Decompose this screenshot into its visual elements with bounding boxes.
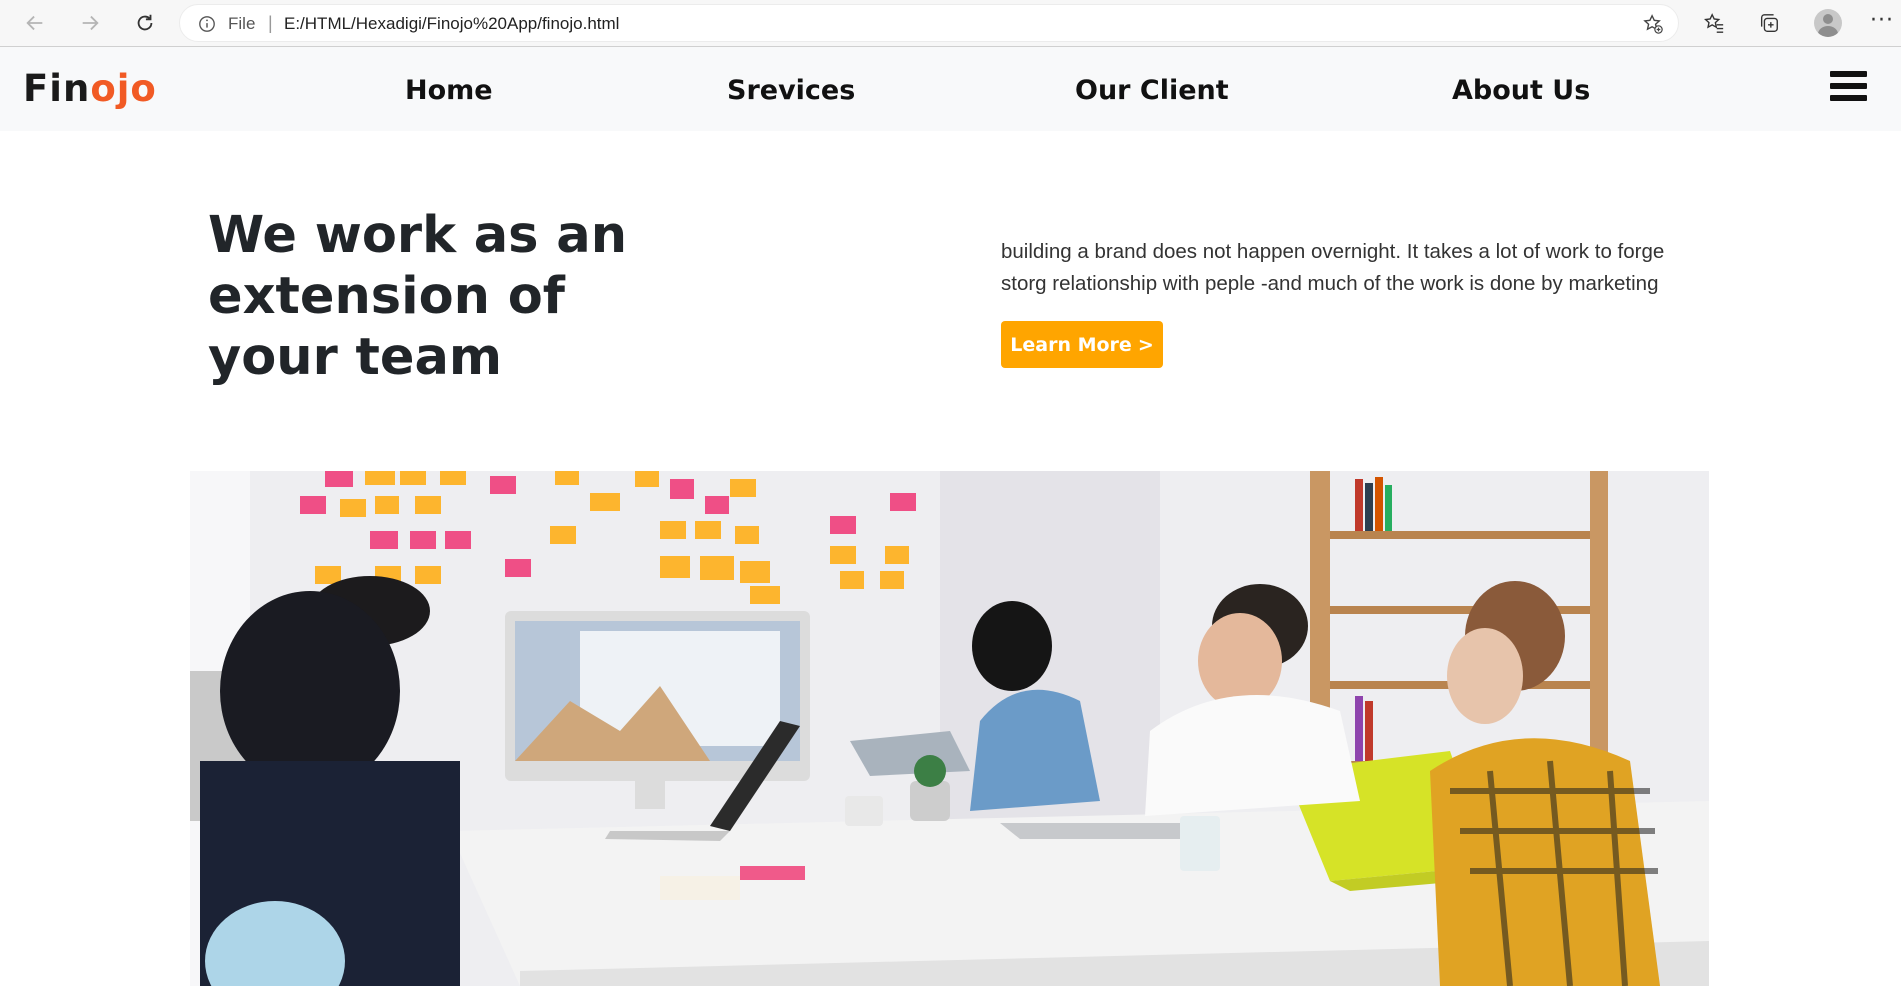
nav-our-client[interactable]: Our Client <box>1075 75 1229 106</box>
paragraph-line: storg relationship with peple -and much … <box>1001 272 1659 295</box>
hamburger-icon[interactable] <box>1830 71 1867 105</box>
collections-icon[interactable] <box>1754 8 1784 38</box>
learn-more-button[interactable]: Learn More > <box>1001 321 1163 368</box>
reload-icon[interactable] <box>127 6 163 40</box>
back-icon[interactable] <box>17 6 53 40</box>
profile-icon[interactable] <box>1814 9 1842 37</box>
hero-paragraph: building a brand does not happen overnig… <box>1001 236 1721 300</box>
logo-part1: Fin <box>23 67 91 110</box>
file-label: File <box>228 14 256 33</box>
forward-icon[interactable] <box>72 6 108 40</box>
favorites-icon[interactable] <box>1699 8 1729 38</box>
nav-home[interactable]: Home <box>405 75 493 106</box>
address-bar[interactable]: File | E:/HTML/Hexadigi/Finojo%20App/fin… <box>179 4 1679 42</box>
add-favorite-icon[interactable] <box>1642 13 1664 35</box>
info-icon[interactable] <box>198 15 216 33</box>
hero-headline: We work as an extension of your team <box>208 205 627 388</box>
site-navbar: Finojo Home Srevices Our Client About Us <box>0 47 1901 131</box>
browser-toolbar: File | E:/HTML/Hexadigi/Finojo%20App/fin… <box>0 0 1901 47</box>
more-icon[interactable]: ··· <box>1870 8 1894 33</box>
learn-more-label: Learn More <box>1010 333 1132 356</box>
logo-part2: ojo <box>90 67 157 110</box>
nav-about-us[interactable]: About Us <box>1452 75 1590 106</box>
chevron-right-icon: > <box>1137 333 1154 356</box>
headline-line: We work as an <box>208 206 628 265</box>
separator: | <box>268 13 273 33</box>
url-text[interactable]: E:/HTML/Hexadigi/Finojo%20App/finojo.htm… <box>284 14 619 34</box>
headline-line: your team <box>208 328 503 387</box>
headline-line: extension of <box>208 267 565 326</box>
team-meeting-photo <box>190 471 1709 986</box>
paragraph-line: building a brand does not happen overnig… <box>1001 240 1665 263</box>
nav-services[interactable]: Srevices <box>727 75 855 106</box>
logo[interactable]: Finojo <box>23 67 157 110</box>
